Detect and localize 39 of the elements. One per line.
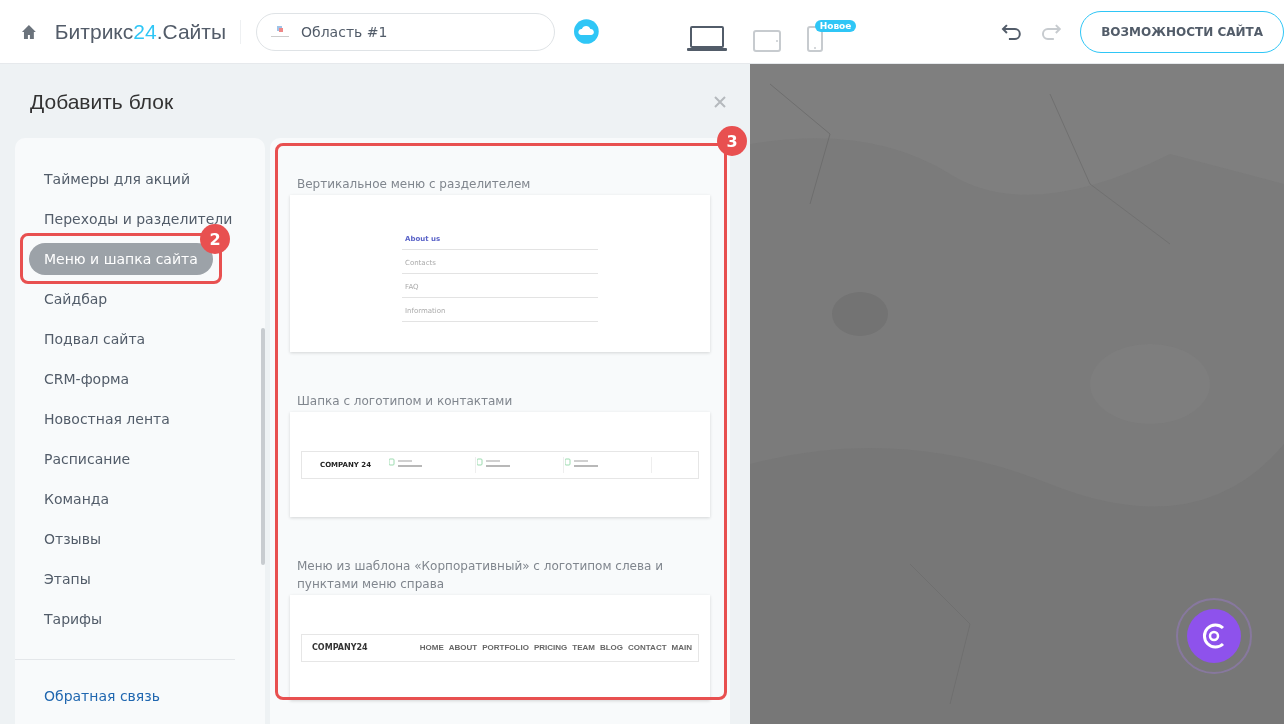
tablet-icon[interactable] xyxy=(752,29,781,52)
category-item[interactable]: Расписание xyxy=(29,443,146,475)
step-badge: 3 xyxy=(717,126,747,156)
new-badge: Новое xyxy=(814,19,857,32)
home-icon[interactable] xyxy=(21,23,37,40)
category-item[interactable]: Подвал сайта xyxy=(29,323,161,355)
category-item[interactable]: Сайдбар xyxy=(29,283,123,315)
category-item[interactable]: Новостная лента xyxy=(29,403,185,435)
block-preview[interactable]: COMPANY24 HOME ABOUT PORTFOLIO PRICING TEAM BLOG CONTACT MAIN xyxy=(290,595,710,700)
menu-item: TEAM xyxy=(572,643,595,652)
category-item[interactable]: Команда xyxy=(29,483,125,515)
company-logo: COMPANY24 xyxy=(311,643,368,652)
block-title: Шапка с логотипом и контактами xyxy=(296,393,514,410)
panel-title: Добавить блок xyxy=(30,90,174,114)
undo-icon[interactable] xyxy=(1000,22,1023,41)
category-item[interactable]: Тарифы xyxy=(29,603,118,635)
step-badge: 2 xyxy=(200,224,230,254)
site-icon xyxy=(269,24,291,39)
menu-item: MAIN xyxy=(671,643,692,652)
features-button[interactable]: ВОЗМОЖНОСТИ САЙТА xyxy=(1080,10,1284,53)
category-item[interactable]: Отзывы xyxy=(29,523,116,555)
category-item[interactable]: Этапы xyxy=(29,563,106,595)
menu-item: ABOUT xyxy=(448,643,478,652)
block-title: Меню из шаблона «Корпоративный» с логотипом слева и пунктами меню справа xyxy=(296,558,664,593)
category-item[interactable]: CRM-форма xyxy=(29,363,145,395)
menu-item: BLOG xyxy=(599,643,624,652)
cloud-icon[interactable] xyxy=(573,19,599,44)
feedback-link[interactable]: Обратная связь xyxy=(15,660,265,724)
category-item[interactable]: Таймеры для акций xyxy=(29,163,206,195)
menu-item: PRICING xyxy=(533,643,568,652)
scrollbar[interactable] xyxy=(261,328,265,565)
laptop-icon[interactable] xyxy=(686,25,727,52)
menu-item: CONTACT xyxy=(628,643,667,652)
block-title: Вертикальное меню с разделителем xyxy=(296,176,532,193)
logo[interactable]: Битрикс24.Сайты xyxy=(54,19,241,44)
menu-item: HOME xyxy=(419,643,444,652)
assistant-button[interactable] xyxy=(1176,598,1252,674)
close-icon[interactable] xyxy=(714,96,726,108)
menu-item: PORTFOLIO xyxy=(482,643,529,652)
